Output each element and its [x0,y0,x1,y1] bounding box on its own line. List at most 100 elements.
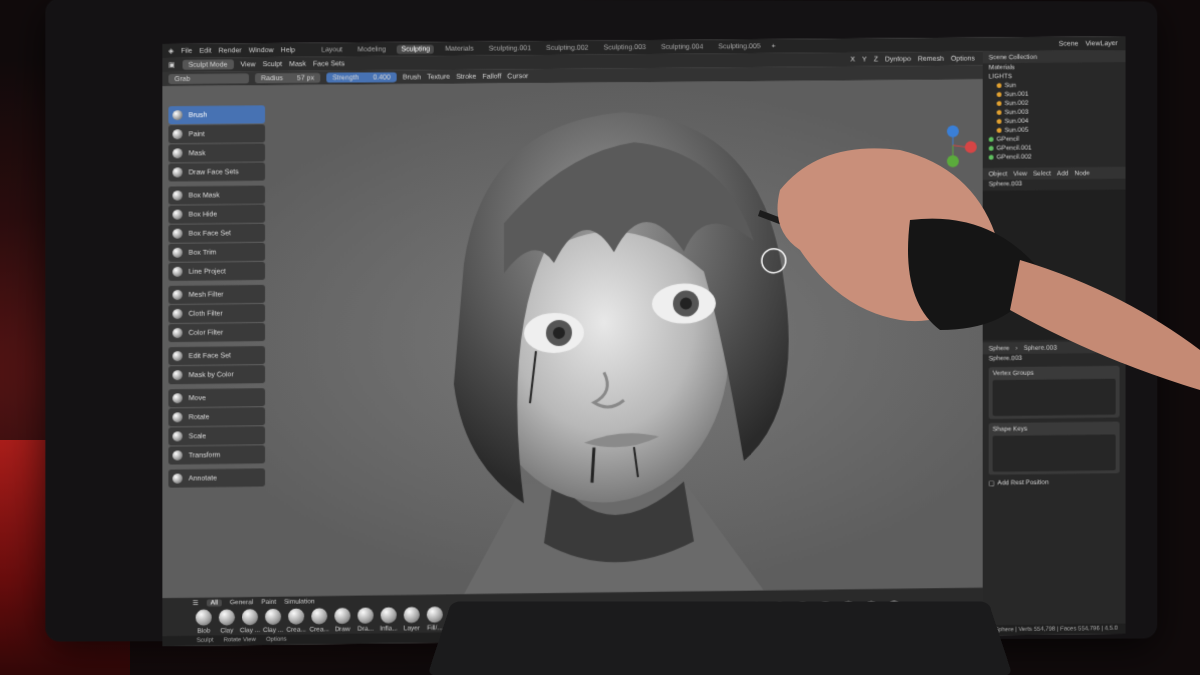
tab-modeling[interactable]: Modeling [354,45,391,54]
mask-icon [172,148,182,158]
hamburger-icon[interactable]: ☰ [193,599,199,607]
tab-sculpting-003[interactable]: Sculpting.003 [600,43,650,52]
tool-transform[interactable]: Transform [168,445,265,464]
brush-asset[interactable]: Dra... [354,607,376,632]
brush-asset[interactable]: Crea... [285,608,307,633]
dyntopo-toggle[interactable]: Dyntopo [885,55,911,62]
shape-keys-panel[interactable]: Shape Keys [989,422,1120,475]
brush-asset[interactable]: Layer [401,607,423,632]
scene-selector[interactable]: Scene [1059,40,1079,47]
menu-view[interactable]: View [240,61,255,68]
brush-asset[interactable]: Infla... [378,607,400,632]
checkbox-icon: ☐ [989,479,995,487]
tool-move[interactable]: Move [168,388,265,407]
tab-sculpting-002[interactable]: Sculpting.002 [542,43,592,52]
tool-draw-face-sets[interactable]: Draw Face Sets [168,163,265,182]
outliner-label: LIGHTS [989,73,1012,80]
brush-asset-label: Layer [401,625,423,632]
tab-sculpting-004[interactable]: Sculpting.004 [657,42,707,51]
mode-selector[interactable]: Sculpt Mode [182,59,233,69]
falloff-menu[interactable]: Falloff [482,73,501,80]
brush-asset[interactable]: Blob [193,609,215,634]
tab-sculpting-001[interactable]: Sculpting.001 [485,43,535,52]
tool-rotate[interactable]: Rotate [168,407,265,426]
tool-cloth-filter[interactable]: Cloth Filter [168,304,265,323]
menu-window[interactable]: Window [249,47,274,54]
tab-general[interactable]: General [230,598,253,605]
mode-label: Sculpt Mode [188,61,227,68]
axis-y-toggle[interactable]: Y [862,56,867,63]
box-trim-icon [172,248,182,258]
tool-box-mask[interactable]: Box Mask [168,186,265,205]
tab-layout[interactable]: Layout [317,45,346,54]
tool-paint[interactable]: Paint [168,124,265,143]
tool-label: Edit Face Set [189,352,231,359]
outliner-label: Sun.002 [1005,100,1029,107]
hand-with-stylus [740,130,1200,390]
axis-x-toggle[interactable]: X [851,56,856,63]
brush-asset-label: Draw [331,626,353,633]
brush-asset[interactable]: Crea... [308,608,330,633]
cursor-menu[interactable]: Cursor [507,73,528,80]
shape-keys-list[interactable] [993,435,1116,472]
tool-mask-by-color[interactable]: Mask by Color [168,365,265,384]
brush-menu[interactable]: Brush [403,73,421,80]
menu-render[interactable]: Render [219,47,242,54]
tool-scale[interactable]: Scale [168,426,265,445]
texture-menu[interactable]: Texture [427,73,450,80]
tool-label: Brush [189,111,207,118]
menu-mask[interactable]: Mask [289,60,306,67]
tool-mask[interactable]: Mask [168,143,265,162]
tool-label: Mask [189,150,206,157]
brush-thumbnail-icon [219,609,235,625]
tool-label: Rotate [189,413,210,420]
brush-asset-label: Crea... [285,626,307,633]
box-mask-icon [172,190,182,200]
view-layer-selector[interactable]: ViewLayer [1085,40,1125,47]
brush-asset[interactable]: Clay [216,609,238,634]
tab-sculpting-005[interactable]: Sculpting.005 [714,42,764,51]
add-rest-position-checkbox[interactable]: ☐ Add Rest Position [983,477,1126,488]
menu-edit[interactable]: Edit [199,47,211,54]
brush-asset[interactable]: Clay ... [239,609,261,634]
status-rotate-view: Rotate View [223,637,255,643]
tool-brush[interactable]: Brush [168,105,265,124]
paint-icon [172,129,182,139]
tool-box-face-set[interactable]: Box Face Set [168,224,265,243]
brush-icon [172,110,182,120]
tool-box-hide[interactable]: Box Hide [168,205,265,224]
tool-line-project[interactable]: Line Project [168,262,265,281]
menu-help[interactable]: Help [281,46,295,53]
tool-box-trim[interactable]: Box Trim [168,243,265,262]
menu-sculpt[interactable]: Sculpt [263,61,283,68]
tab-sculpting[interactable]: Sculpting [397,44,434,53]
brush-selector[interactable]: Grab [168,73,249,84]
axis-z-toggle[interactable]: Z [874,56,878,63]
add-workspace-button[interactable]: + [772,43,776,50]
options-menu[interactable]: Options [951,55,983,62]
remesh-menu[interactable]: Remesh [918,55,944,62]
menu-face-sets[interactable]: Face Sets [313,60,345,67]
stroke-menu[interactable]: Stroke [456,73,476,80]
tab-materials[interactable]: Materials [441,44,477,53]
scene-statistics: Sphere | Verts 554,798 | Faces 554,796 |… [995,626,1126,634]
brush-asset[interactable]: Draw [331,608,353,633]
tool-mesh-filter[interactable]: Mesh Filter [168,285,265,304]
tool-label: Transform [189,451,221,458]
tab-all[interactable]: All [207,599,222,606]
blender-logo-icon[interactable]: ◈ [168,47,173,55]
tab-paint[interactable]: Paint [261,598,276,605]
strength-label: Strength [332,74,359,81]
radius-field[interactable]: Radius 57 px [255,73,320,84]
brush-thumbnail-icon [311,608,327,624]
brush-asset[interactable]: Clay ... [262,609,284,634]
light-icon [997,83,1002,88]
keyboard [427,602,1012,675]
editor-type-icon[interactable]: ▣ [168,61,175,69]
tool-annotate[interactable]: Annotate [168,468,265,487]
menu-file[interactable]: File [181,47,192,54]
tab-simulation[interactable]: Simulation [284,598,315,605]
strength-field[interactable]: Strength 0.400 [326,72,396,83]
tool-color-filter[interactable]: Color Filter [168,323,265,342]
tool-edit-face-set[interactable]: Edit Face Set [168,346,265,365]
